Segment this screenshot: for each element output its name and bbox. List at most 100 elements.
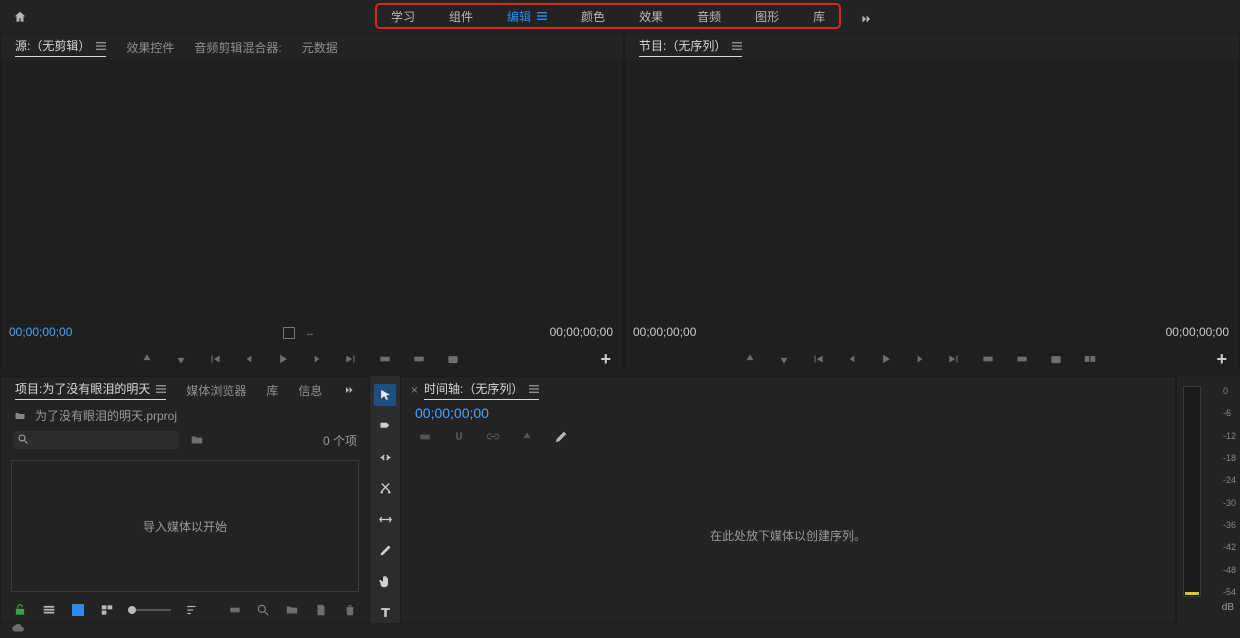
icon-view-button[interactable]: [70, 600, 85, 620]
mark-out-button[interactable]: [774, 349, 794, 369]
source-tabs: 源:（无剪辑） 效果控件 音频剪辑混合器: 元数据: [1, 34, 623, 60]
tab-overflow-button[interactable]: [343, 384, 355, 396]
write-lock-toggle[interactable]: [13, 600, 28, 620]
program-out-timecode[interactable]: 00;00;00;00: [1166, 325, 1229, 339]
tool-palette: [370, 376, 400, 623]
workspace-tab-libraries[interactable]: 库: [813, 8, 825, 25]
go-to-out-button[interactable]: [341, 349, 361, 369]
step-forward-button[interactable]: [910, 349, 930, 369]
program-in-timecode[interactable]: 00;00;00;00: [633, 325, 696, 339]
source-tab-metadata[interactable]: 元数据: [302, 39, 338, 56]
program-tab[interactable]: 节目:（无序列）: [639, 37, 742, 57]
automate-to-sequence-button[interactable]: [227, 600, 242, 620]
new-bin-button[interactable]: [285, 600, 300, 620]
overwrite-button[interactable]: [409, 349, 429, 369]
button-editor-button[interactable]: +: [1217, 349, 1228, 370]
tick: -54: [1223, 587, 1236, 597]
project-search-row: 0 个项: [1, 428, 369, 456]
new-bin-from-search-button[interactable]: [187, 430, 207, 450]
step-back-button[interactable]: [239, 349, 259, 369]
program-panel: 节目:（无序列） 00;00;00;00 00;00;00;00: [624, 33, 1240, 376]
tab-libraries[interactable]: 库: [266, 382, 278, 399]
pen-tool[interactable]: [374, 539, 396, 561]
delete-button[interactable]: [342, 600, 357, 620]
type-tool[interactable]: [374, 601, 396, 623]
square-icon: [72, 604, 84, 616]
source-tab-audio-mixer[interactable]: 音频剪辑混合器:: [194, 39, 281, 56]
source-in-timecode[interactable]: 00;00;00;00: [9, 325, 72, 339]
tick: -6: [1223, 408, 1236, 418]
close-tab-button[interactable]: ×: [411, 383, 418, 397]
program-viewer: 00;00;00;00 00;00;00;00 +: [625, 60, 1239, 375]
program-tabs: 节目:（无序列）: [625, 34, 1239, 60]
go-to-out-button[interactable]: [944, 349, 964, 369]
project-tab[interactable]: 项目:为了没有眼泪的明天: [15, 380, 166, 400]
ripple-icon: [378, 450, 393, 465]
home-button[interactable]: [10, 7, 30, 27]
track-select-tool[interactable]: [374, 415, 396, 437]
step-back-button[interactable]: [842, 349, 862, 369]
workspace-tab-audio[interactable]: 音频: [697, 8, 721, 25]
thumbnail-zoom-slider[interactable]: [128, 609, 171, 611]
workspace-bar: 学习 组件 编辑 颜色 效果 音频 图形 库: [0, 0, 1240, 33]
track-select-icon: [378, 419, 393, 434]
slip-tool[interactable]: [374, 508, 396, 530]
workspace-tab-assembly[interactable]: 组件: [449, 8, 473, 25]
razor-tool[interactable]: [374, 477, 396, 499]
export-frame-button[interactable]: [443, 349, 463, 369]
sort-button[interactable]: [185, 600, 200, 620]
workspace-tab-graphics[interactable]: 图形: [755, 8, 779, 25]
tab-media-browser[interactable]: 媒体浏览器: [186, 382, 246, 399]
insert-sequence-button[interactable]: [415, 427, 435, 447]
timeline-timecode[interactable]: 00;00;00;00: [415, 405, 489, 421]
source-panel: 源:（无剪辑） 效果控件 音频剪辑混合器: 元数据 00;00;00;00 ↔ …: [0, 33, 624, 376]
source-tab-effect-controls[interactable]: 效果控件: [126, 39, 174, 56]
play-button[interactable]: [273, 349, 293, 369]
workspace-overflow-button[interactable]: [856, 9, 876, 29]
list-view-button[interactable]: [42, 600, 57, 620]
go-to-in-button[interactable]: [808, 349, 828, 369]
export-frame-button[interactable]: [1046, 349, 1066, 369]
source-tab-source[interactable]: 源:（无剪辑）: [15, 37, 106, 57]
extract-button[interactable]: [1012, 349, 1032, 369]
resolution-toggle[interactable]: ↔: [305, 328, 315, 339]
tick: -24: [1223, 475, 1236, 485]
timeline-drop-zone[interactable]: 在此处放下媒体以创建序列。: [401, 449, 1175, 622]
tab-info[interactable]: 信息: [298, 382, 322, 399]
play-button[interactable]: [876, 349, 896, 369]
fit-button[interactable]: [283, 327, 295, 339]
project-search-input[interactable]: [13, 431, 179, 449]
freeform-view-button[interactable]: [99, 600, 114, 620]
comparison-view-button[interactable]: [1080, 349, 1100, 369]
linked-selection-toggle[interactable]: [483, 427, 503, 447]
timeline-header-icons: [401, 425, 1175, 449]
workspace-tab-color[interactable]: 颜色: [581, 8, 605, 25]
mark-in-button[interactable]: [137, 349, 157, 369]
slider-handle[interactable]: [128, 606, 136, 614]
timeline-settings-button[interactable]: [551, 427, 571, 447]
source-out-timecode[interactable]: 00;00;00;00: [550, 325, 613, 339]
project-drop-zone[interactable]: 导入媒体以开始: [11, 460, 359, 592]
snap-toggle[interactable]: [449, 427, 469, 447]
timeline-tab[interactable]: 时间轴:（无序列）: [424, 380, 539, 400]
workspace-tab-editing[interactable]: 编辑: [507, 8, 547, 25]
add-marker-button[interactable]: [517, 427, 537, 447]
step-forward-button[interactable]: [307, 349, 327, 369]
cursor-icon: [378, 388, 393, 403]
mark-out-button[interactable]: [171, 349, 191, 369]
workspace-tab-effects[interactable]: 效果: [639, 8, 663, 25]
tab-label: 节目:（无序列）: [639, 37, 726, 54]
go-to-in-button[interactable]: [205, 349, 225, 369]
tick: -42: [1223, 542, 1236, 552]
find-button[interactable]: [256, 600, 271, 620]
lift-button[interactable]: [978, 349, 998, 369]
ripple-edit-tool[interactable]: [374, 446, 396, 468]
meter-unit: dB: [1222, 602, 1234, 613]
selection-tool[interactable]: [374, 384, 396, 406]
mark-in-button[interactable]: [740, 349, 760, 369]
new-item-button[interactable]: [314, 600, 329, 620]
button-editor-button[interactable]: +: [601, 349, 612, 370]
hand-tool[interactable]: [374, 570, 396, 592]
workspace-tab-learn[interactable]: 学习: [391, 8, 415, 25]
insert-button[interactable]: [375, 349, 395, 369]
